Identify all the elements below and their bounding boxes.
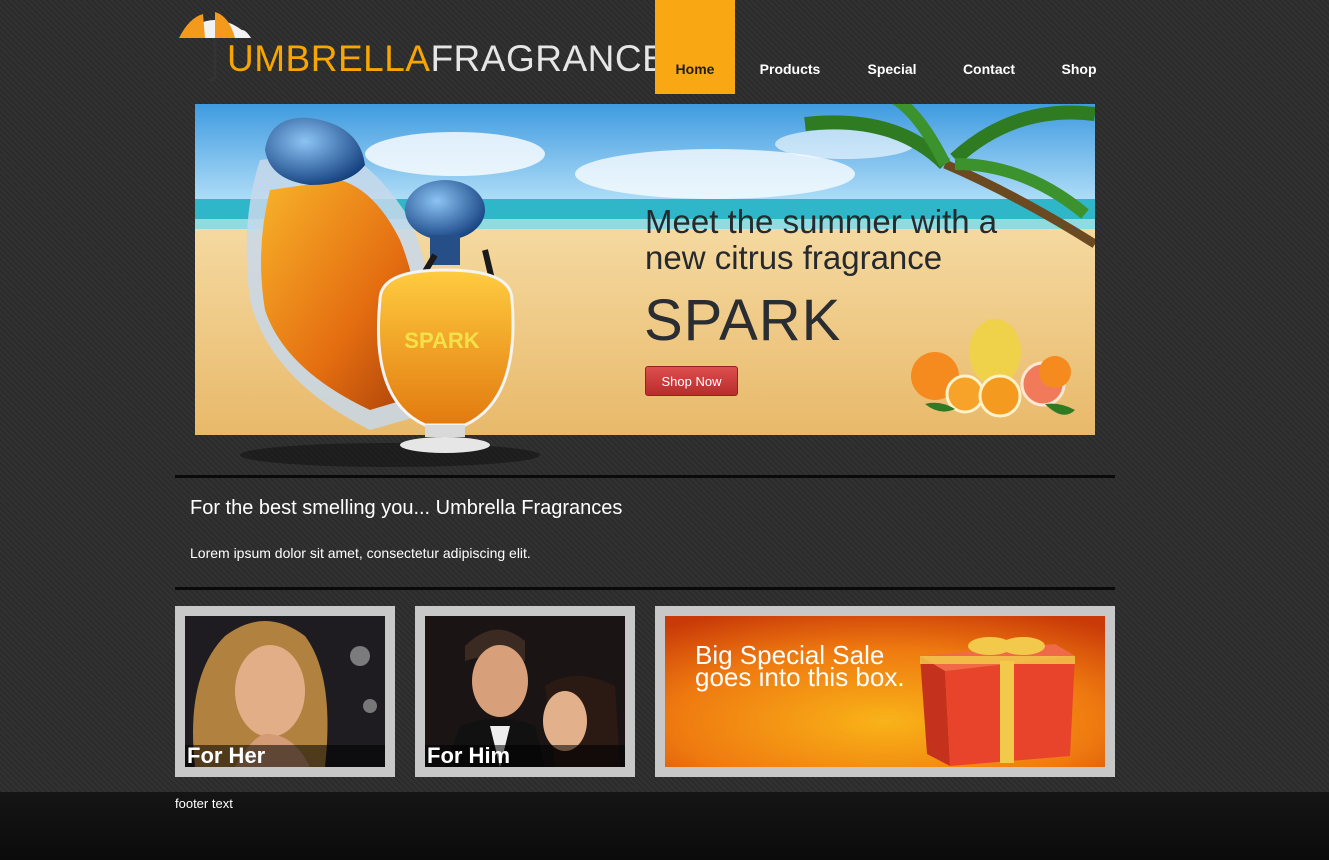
section-divider: [175, 475, 1115, 478]
tile-for-him[interactable]: For Him: [415, 606, 635, 777]
sale-text: Big Special Sale goes into this box.: [695, 642, 905, 692]
logo-wordmark: UMBRELLAFRAGRANCES: [227, 38, 692, 80]
hero-headline: Meet the summer with a new citrus fragra…: [645, 204, 1065, 276]
special-sale-banner: Big Special Sale goes into this box.: [665, 616, 1105, 767]
shop-now-button[interactable]: Shop Now: [645, 366, 738, 396]
perfume-bottles-image: SPARK: [240, 117, 540, 467]
hero-product-name: SPARK: [644, 288, 842, 353]
nav-special[interactable]: Special: [845, 0, 939, 94]
site-logo[interactable]: UMBRELLAFRAGRANCES: [175, 8, 692, 88]
nav-products[interactable]: Products: [735, 0, 845, 94]
for-him-image: For Him: [425, 616, 625, 767]
for-him-caption: For Him: [425, 745, 625, 767]
footer-text: footer text: [175, 796, 233, 811]
main-nav: Home Products Special Contact Shop: [655, 0, 1119, 94]
nav-shop[interactable]: Shop: [1039, 0, 1119, 94]
hero-headline-line2: new citrus fragrance: [645, 239, 943, 276]
tile-for-her[interactable]: For Her: [175, 606, 395, 777]
tile-special-sale[interactable]: Big Special Sale goes into this box.: [655, 606, 1115, 777]
footer: footer text: [0, 792, 1329, 860]
intro-text: Lorem ipsum dolor sit amet, consectetur …: [190, 545, 531, 561]
section-divider: [175, 587, 1115, 590]
sale-text-line2: goes into this box.: [695, 662, 905, 692]
intro-heading: For the best smelling you... Umbrella Fr…: [190, 497, 623, 519]
nav-home[interactable]: Home: [655, 0, 735, 94]
for-her-caption: For Her: [185, 745, 385, 767]
nav-contact[interactable]: Contact: [939, 0, 1039, 94]
for-her-image: For Her: [185, 616, 385, 767]
hero-headline-line1: Meet the summer with a: [645, 203, 998, 240]
logo-word-fragrances: FRAGRANCES: [430, 38, 693, 79]
logo-word-umbrella: UMBRELLA: [227, 38, 431, 79]
bottle-label: SPARK: [404, 328, 479, 353]
